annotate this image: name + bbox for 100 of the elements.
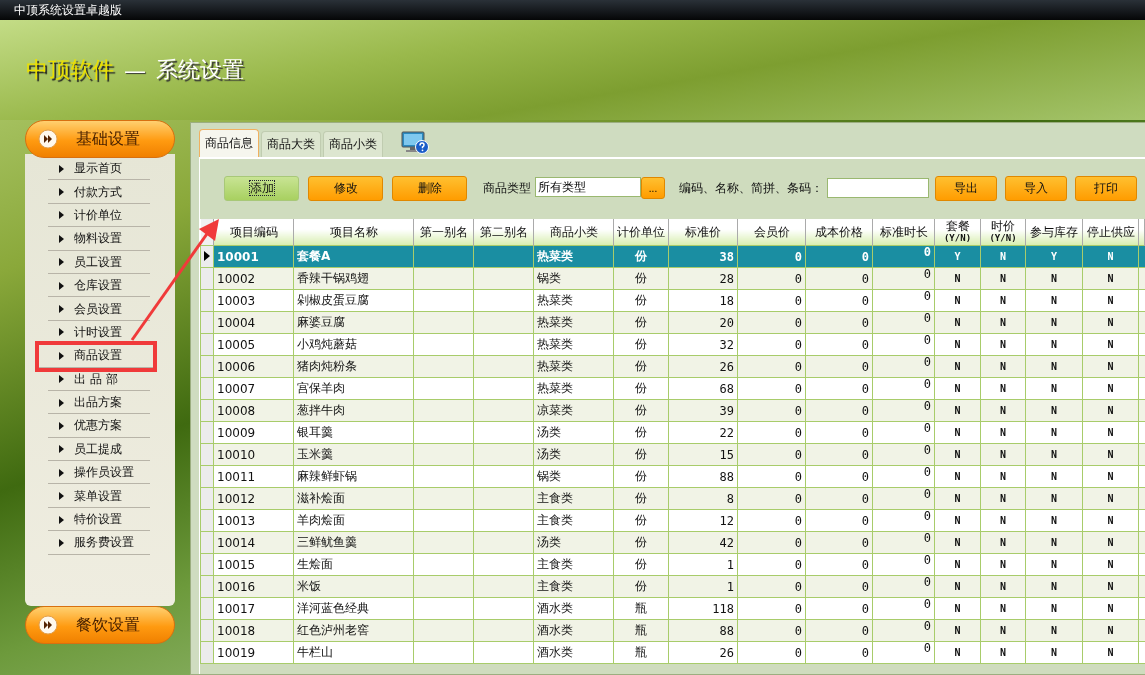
table-row[interactable]: 10003 剁椒皮蛋豆腐 热菜类 份 18 0 0 0 N N N N xyxy=(200,289,1145,312)
toolbar-button[interactable]: 删除 xyxy=(392,175,467,201)
triangle-icon xyxy=(59,492,64,501)
browse-button[interactable]: ... xyxy=(641,177,665,199)
price-cell: 0 xyxy=(861,491,869,506)
action-button[interactable]: 导入 xyxy=(1005,175,1067,201)
table-row[interactable]: 10002 香辣干锅鸡翅 锅类 份 28 0 0 0 N N N N xyxy=(200,267,1145,290)
price-cell: 38 xyxy=(719,249,734,264)
flag-cell: N xyxy=(954,537,961,548)
name-cell: 羊肉烩面 xyxy=(297,513,345,527)
column-header[interactable]: 参与库存 xyxy=(1025,219,1083,246)
menu-item[interactable]: 特价设置 xyxy=(48,508,150,532)
column-header[interactable]: 项目编码 xyxy=(213,219,294,246)
table-row[interactable]: 10016 米饭 主食类 份 1 0 0 0 N N N N xyxy=(200,575,1145,598)
price-cell: 18 xyxy=(719,293,734,308)
table-row[interactable]: 10008 葱拌牛肉 凉菜类 份 39 0 0 0 N N N N xyxy=(200,399,1145,422)
column-header[interactable]: 停止供应 xyxy=(1082,219,1139,246)
column-header[interactable]: 成本价格 xyxy=(805,219,873,246)
name-cell: 银耳羹 xyxy=(297,425,333,439)
price-cell: 0 xyxy=(861,425,869,440)
table-row[interactable]: 10006 猪肉炖粉条 热菜类 份 26 0 0 0 N N N N xyxy=(200,355,1145,378)
column-header[interactable]: 套餐 (Y/N) xyxy=(934,219,981,246)
tab[interactable]: 商品小类 xyxy=(323,131,383,157)
section-header[interactable]: 餐饮设置 xyxy=(25,606,175,644)
unit-cell: 瓶 xyxy=(635,623,647,637)
flag-cell: Y xyxy=(954,251,961,262)
column-header[interactable]: 时价 (Y/N) xyxy=(980,219,1026,246)
table-row[interactable]: 10012 滋补烩面 主食类 份 8 0 0 0 N N N N xyxy=(200,487,1145,510)
price-cell: 0 xyxy=(794,645,802,660)
name-cell: 套餐A xyxy=(297,249,331,263)
code-cell: 10013 xyxy=(217,513,256,528)
menu-item[interactable]: 显示首页 xyxy=(48,158,150,181)
unit-cell: 份 xyxy=(635,535,647,549)
toolbar-button[interactable]: 修改 xyxy=(308,175,383,201)
flag-cell: N xyxy=(1051,603,1057,614)
column-header[interactable]: 计价单位 xyxy=(613,219,669,246)
flag-cell: N xyxy=(1107,317,1114,328)
code-cell: 10010 xyxy=(217,447,256,462)
table-row[interactable]: 10011 麻辣鲜虾锅 锅类 份 88 0 0 0 N N N N xyxy=(200,465,1145,488)
column-header[interactable]: 标准价 xyxy=(668,219,738,246)
table-row[interactable]: 10005 小鸡炖蘑菇 热菜类 份 32 0 0 0 N N N N xyxy=(200,333,1145,356)
flag-cell: N xyxy=(954,625,961,636)
category-cell: 汤类 xyxy=(537,447,561,461)
unit-cell: 份 xyxy=(635,491,647,505)
table-row[interactable]: 10010 玉米羹 汤类 份 15 0 0 0 N N N N xyxy=(200,443,1145,466)
tab[interactable]: 商品大类 xyxy=(261,131,321,157)
menu-item[interactable]: 操作员设置 xyxy=(48,462,150,485)
table-row[interactable]: 10019 牛栏山 酒水类 瓶 26 0 0 0 N N N N xyxy=(200,641,1145,664)
flag-cell: N xyxy=(1000,493,1006,504)
table-row[interactable]: 10007 宫保羊肉 热菜类 份 68 0 0 0 N N N N xyxy=(200,377,1145,400)
action-button[interactable]: 导出 xyxy=(935,175,997,201)
menu-item[interactable]: 付款方式 xyxy=(48,181,150,204)
column-header[interactable]: 标准时长 xyxy=(872,219,935,246)
toolbar-button[interactable]: 添加 xyxy=(224,175,299,201)
price-cell: 26 xyxy=(719,645,734,660)
menu-item[interactable]: 商品设置 xyxy=(39,345,153,368)
flag-cell: N xyxy=(1000,515,1006,526)
section-header[interactable]: 基础设置 xyxy=(25,120,175,158)
triangle-icon xyxy=(59,398,64,407)
menu-item[interactable]: 会员设置 xyxy=(48,298,150,321)
menu-item[interactable]: 员工提成 xyxy=(48,438,150,462)
tab[interactable]: 商品信息 xyxy=(199,129,259,157)
type-field[interactable]: 所有类型 xyxy=(535,177,641,197)
help-monitor-icon[interactable] xyxy=(401,131,429,155)
search-field[interactable] xyxy=(827,178,929,198)
table-row[interactable]: 10004 麻婆豆腐 热菜类 份 20 0 0 0 N N N N xyxy=(200,311,1145,334)
table-row[interactable]: 10014 三鲜鱿鱼羹 汤类 份 42 0 0 0 N N N N xyxy=(200,531,1145,554)
table-row[interactable]: 10009 银耳羹 汤类 份 22 0 0 0 N N N N xyxy=(200,421,1145,444)
flag-cell: N xyxy=(954,339,961,350)
menu-item[interactable]: 仓库设置 xyxy=(48,274,150,298)
name-cell: 葱拌牛肉 xyxy=(297,403,345,417)
column-header[interactable]: 项目名称 xyxy=(293,219,414,246)
menu-item[interactable]: 出 品 部 xyxy=(48,368,150,391)
category-cell: 汤类 xyxy=(537,535,561,549)
flag-cell: N xyxy=(1051,515,1057,526)
price-cell: 39 xyxy=(719,403,734,418)
table-row[interactable]: 10001 套餐A 热菜类 份 38 0 0 0 Y N Y N xyxy=(200,245,1145,268)
duration-cell: 0 xyxy=(923,532,931,545)
menu-item[interactable]: 物料设置 xyxy=(48,228,150,251)
price-cell: 12 xyxy=(719,513,734,528)
table-row[interactable]: 10013 羊肉烩面 主食类 份 12 0 0 0 N N N N xyxy=(200,509,1145,532)
flag-cell: N xyxy=(1107,647,1114,658)
price-cell: 0 xyxy=(861,469,869,484)
menu-item[interactable]: 计时设置 xyxy=(48,321,150,345)
column-header[interactable]: 第一别名 xyxy=(413,219,474,246)
unit-cell: 份 xyxy=(635,337,647,351)
column-header[interactable]: 会员价 xyxy=(737,219,806,246)
menu-item[interactable]: 出品方案 xyxy=(48,391,150,415)
menu-item[interactable]: 服务费设置 xyxy=(48,532,150,555)
menu-item[interactable]: 优惠方案 xyxy=(48,415,150,438)
menu-item[interactable]: 员工设置 xyxy=(48,251,150,274)
column-header[interactable]: 商品小类 xyxy=(533,219,614,246)
menu-item[interactable]: 菜单设置 xyxy=(48,485,150,508)
column-header[interactable]: 第二别名 xyxy=(473,219,534,246)
table-row[interactable]: 10017 洋河蓝色经典 酒水类 瓶 118 0 0 0 N N N N xyxy=(200,597,1145,620)
menu-item[interactable]: 计价单位 xyxy=(48,204,150,228)
action-button[interactable]: 打印 xyxy=(1075,175,1137,201)
table-row[interactable]: 10015 生烩面 主食类 份 1 0 0 0 N N N N xyxy=(200,553,1145,576)
table-row[interactable]: 10018 红色泸州老窖 酒水类 瓶 88 0 0 0 N N N N xyxy=(200,619,1145,642)
triangle-icon xyxy=(59,328,64,337)
